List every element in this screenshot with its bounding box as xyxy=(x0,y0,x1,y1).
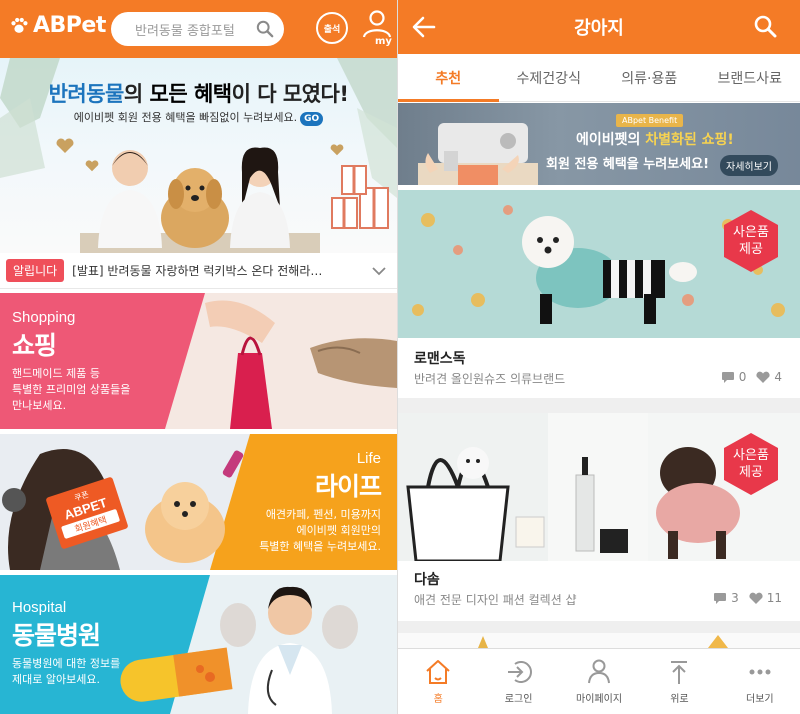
hospital-title-en: Hospital xyxy=(12,599,67,616)
tab-clothing-goods[interactable]: 의류·용품 xyxy=(599,54,700,101)
gift-boxes-illustration xyxy=(331,165,389,229)
arrow-up-icon xyxy=(671,661,688,684)
search-placeholder: 반려동물 종합포털 xyxy=(135,23,235,39)
more-icon xyxy=(749,669,771,675)
comment-icon[interactable] xyxy=(713,592,727,605)
nav-home-label: 홈 xyxy=(433,694,443,705)
nav-more-label: 더보기 xyxy=(746,694,774,705)
nav-more[interactable]: 더보기 xyxy=(720,649,800,714)
details-button[interactable]: 자세히보기 xyxy=(720,155,778,176)
login-icon xyxy=(507,661,532,683)
notice-tag: 알립니다 xyxy=(6,259,65,282)
next-product-image-peek xyxy=(398,633,800,648)
nav-login[interactable]: 로그인 xyxy=(478,649,558,714)
family-with-dog-illustration xyxy=(80,147,320,253)
card-separator xyxy=(398,621,800,633)
comment-count: 3 xyxy=(731,591,739,605)
product-description: 애견 전문 디자인 패션 컬렉션 샵 xyxy=(414,593,577,607)
shopping-description: 핸드메이드 제품 등 특별한 프리미엄 상품들을 만나보세요. xyxy=(12,367,131,412)
tab-recommended[interactable]: 추천 xyxy=(398,54,499,102)
nav-scroll-top[interactable]: 위로 xyxy=(639,649,719,714)
gift-badge: 사은품 제공 xyxy=(724,210,778,272)
hospital-title: 동물병원 xyxy=(12,621,101,650)
notice-bar[interactable]: 알립니다 [발표] 반려동물 자랑하면 럭키박스 온다 전해라… xyxy=(0,253,397,289)
go-button[interactable]: GO xyxy=(300,112,324,126)
dog-category-screen: 강아지 추천 수제건강식 의류·용품 브랜드사료 ABpet Benefit 에… xyxy=(398,0,800,714)
search-icon[interactable] xyxy=(256,20,274,38)
attendance-button[interactable]: 출석 xyxy=(316,12,348,44)
logo-text: ABPet xyxy=(33,13,106,38)
product-stats: 3 11 xyxy=(713,591,782,605)
gift-badge: 사은품 제공 xyxy=(724,433,778,495)
card-separator xyxy=(398,398,800,413)
promo-headline: 에이비펫의 차별화된 쇼핑! xyxy=(576,132,734,148)
notice-text[interactable]: [발표] 반려동물 자랑하면 럭키박스 온다 전해라… xyxy=(72,262,371,279)
paw-icon xyxy=(11,17,28,33)
search-input[interactable]: 반려동물 종합포털 xyxy=(111,12,284,46)
life-category-banner[interactable]: 쿠폰 ABPET 회원혜택 Life 라이프 애견카페, 펜션, 미용까지 에이… xyxy=(0,434,397,570)
tab-brand-feed[interactable]: 브랜드사료 xyxy=(700,54,800,101)
product-name: 로맨스독 xyxy=(414,351,466,367)
hospital-category-banner[interactable]: Hospital 동물병원 동물병원에 대한 정보를 제대로 알아보세요. xyxy=(0,575,397,714)
benefit-promo-banner[interactable]: ABpet Benefit 에이비펫의 차별화된 쇼핑! 회원 전용 혜택을 누… xyxy=(398,103,800,185)
person-icon xyxy=(362,10,392,38)
sewing-machine-illustration xyxy=(418,123,538,185)
nav-login-label: 로그인 xyxy=(504,694,533,705)
home-screen: ABPet 반려동물 종합포털 출석 my 반려동물의 모든 혜택이 다 모였다… xyxy=(0,0,397,714)
hero-title: 반려동물의 모든 혜택이 다 모였다! xyxy=(48,82,349,106)
home-icon xyxy=(426,660,450,684)
promo-subline: 회원 전용 혜택을 누려보세요! xyxy=(546,157,710,172)
heart-icon[interactable] xyxy=(756,371,770,384)
product-card-dasom[interactable]: 다솜 애견 전문 디자인 패션 컬렉션 샵 3 11 xyxy=(398,561,800,621)
nav-my-page[interactable]: 마이페이지 xyxy=(559,649,639,714)
life-description: 애견카페, 펜션, 미용까지 에이비펫 회원만의 특별한 혜택을 누려보세요. xyxy=(259,508,381,553)
like-count: 11 xyxy=(766,591,782,605)
nav-my-page-label: 마이페이지 xyxy=(576,694,623,705)
search-icon[interactable] xyxy=(753,14,777,38)
promo-tag: ABpet Benefit xyxy=(616,114,684,127)
product-card-romance[interactable]: 로맨스독 반려견 올인원슈즈 의류브랜드 0 4 xyxy=(398,338,800,398)
home-header: ABPet 반려동물 종합포털 출석 my xyxy=(0,0,397,58)
attendance-label: 출석 xyxy=(323,24,341,35)
hospital-description: 동물병원에 대한 정보를 제대로 알아보세요. xyxy=(12,657,121,686)
bottom-navigation: 홈 로그인 마이페이지 위로 더보기 xyxy=(398,648,800,714)
product-image[interactable]: 사은품 제공 xyxy=(398,413,800,561)
chevron-down-icon[interactable] xyxy=(371,263,387,279)
heart-icon[interactable] xyxy=(749,592,763,605)
hero-banner[interactable]: 반려동물의 모든 혜택이 다 모였다! 에이비펫 회원 전용 혜택을 빠짐없이 … xyxy=(0,58,397,253)
product-stats: 0 4 xyxy=(721,370,782,384)
nav-home[interactable]: 홈 xyxy=(398,649,478,714)
product-image[interactable]: 사은품 제공 xyxy=(398,190,800,338)
category-tabs: 추천 수제건강식 의류·용품 브랜드사료 xyxy=(398,54,800,102)
shopping-title: 쇼핑 xyxy=(12,331,57,360)
product-name: 다솜 xyxy=(414,572,440,588)
page-title: 강아지 xyxy=(574,18,624,39)
my-label: my xyxy=(375,36,392,47)
hero-subtitle: 에이비펫 회원 전용 혜택을 빠짐없이 누려보세요. GO xyxy=(0,109,397,126)
tab-handmade-food[interactable]: 수제건강식 xyxy=(499,54,600,101)
life-title: 라이프 xyxy=(314,472,382,501)
abpet-logo[interactable]: ABPet xyxy=(8,13,106,38)
nav-scroll-top-label: 위로 xyxy=(670,694,689,705)
life-title-en: Life xyxy=(356,450,381,467)
heart-icon xyxy=(56,138,74,153)
my-page-button[interactable]: my xyxy=(361,10,393,52)
category-header: 강아지 xyxy=(398,0,800,54)
comment-count: 0 xyxy=(738,370,747,384)
shopping-title-en: Shopping xyxy=(12,309,76,326)
comment-icon[interactable] xyxy=(721,371,735,384)
product-description: 반려견 올인원슈즈 의류브랜드 xyxy=(414,372,566,386)
my-page-icon xyxy=(588,659,611,684)
like-count: 4 xyxy=(774,370,782,384)
shopping-category-banner[interactable]: Shopping 쇼핑 핸드메이드 제품 등 특별한 프리미엄 상품들을 만나보… xyxy=(0,293,397,429)
